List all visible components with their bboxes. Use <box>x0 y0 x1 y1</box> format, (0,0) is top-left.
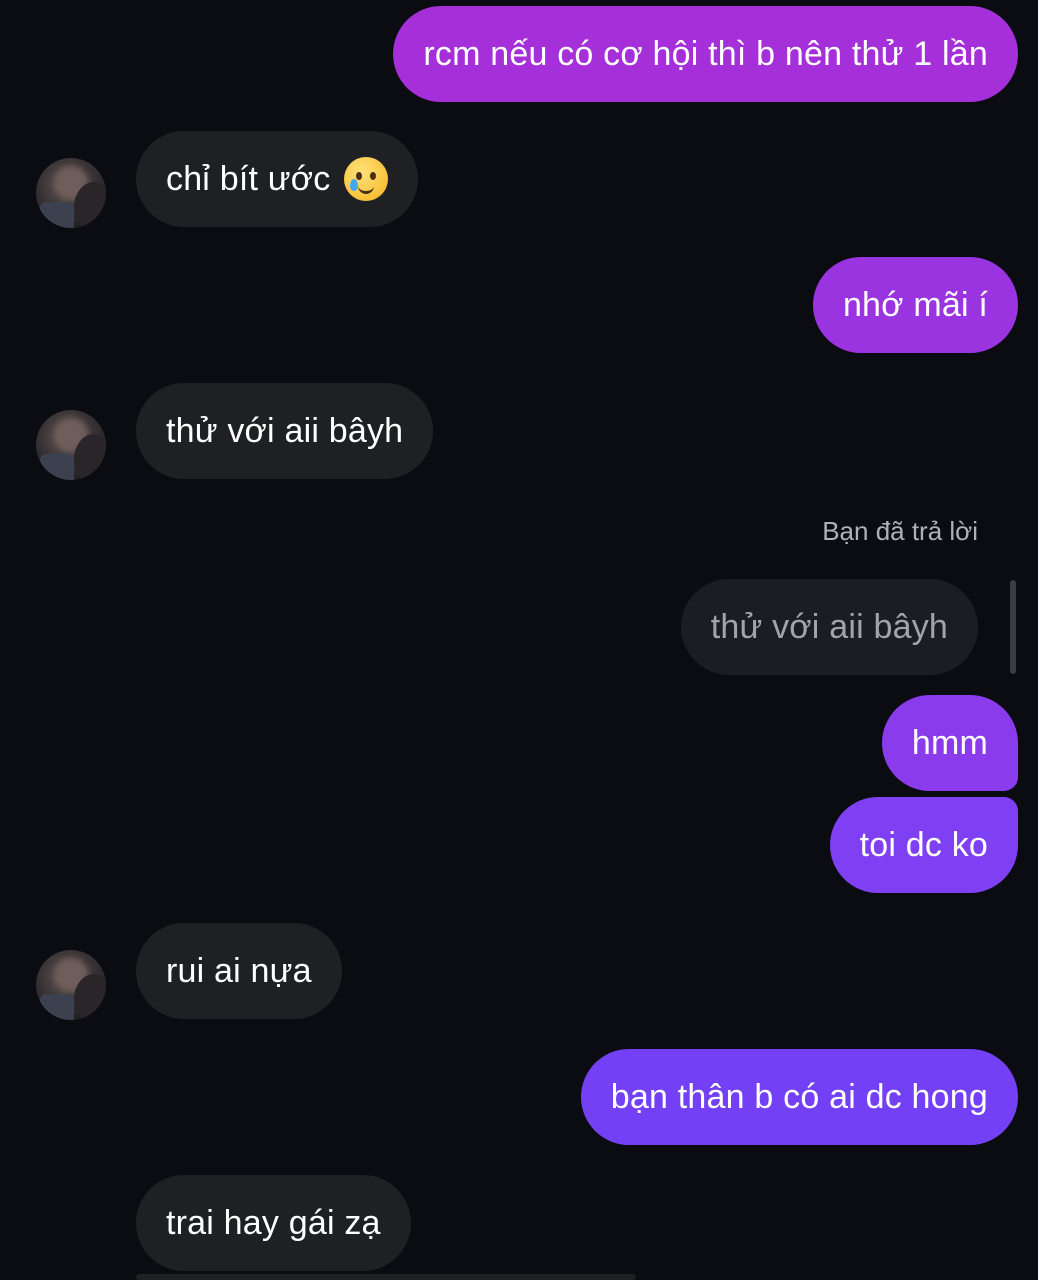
incoming-message[interactable]: trai hay gái zạ <box>136 1175 411 1271</box>
message-text: nhớ mãi í <box>842 285 988 324</box>
reply-indicator-bar <box>1010 580 1016 674</box>
message-text: rcm nếu có cơ hội thì b nên thử 1 lần <box>423 34 988 73</box>
outgoing-message[interactable]: toi dc ko <box>829 797 1018 893</box>
avatar[interactable] <box>36 950 106 1020</box>
incoming-message[interactable]: rui ai nựa <box>136 923 342 1019</box>
reply-label: Bạn đã trả lời <box>822 516 978 546</box>
outgoing-message[interactable]: hmm <box>881 695 1018 791</box>
outgoing-message[interactable]: nhớ mãi í <box>812 257 1018 353</box>
message-text: chỉ bít ước <box>166 159 331 198</box>
avatar[interactable] <box>36 410 106 480</box>
message-text: thử với aii bâyh <box>166 411 404 450</box>
outgoing-message[interactable]: rcm nếu có cơ hội thì b nên thử 1 lần <box>393 6 1018 102</box>
message-text: toi dc ko <box>859 825 988 864</box>
face-holding-back-tears-icon <box>344 157 389 201</box>
incoming-message[interactable]: chỉ bít ước <box>136 131 419 227</box>
quoted-text: thử với aii bâyh <box>710 607 948 646</box>
avatar[interactable] <box>36 158 106 228</box>
message-text: trai hay gái zạ <box>166 1203 381 1242</box>
next-message-edge <box>136 1274 636 1280</box>
outgoing-message[interactable]: bạn thân b có ai dc hong <box>580 1049 1018 1145</box>
message-text: rui ai nựa <box>166 951 312 990</box>
message-text: bạn thân b có ai dc hong <box>610 1077 988 1116</box>
message-text: hmm <box>911 723 988 762</box>
quoted-reply-message[interactable]: thử với aii bâyh <box>680 579 978 675</box>
incoming-message[interactable]: thử với aii bâyh <box>136 383 434 479</box>
